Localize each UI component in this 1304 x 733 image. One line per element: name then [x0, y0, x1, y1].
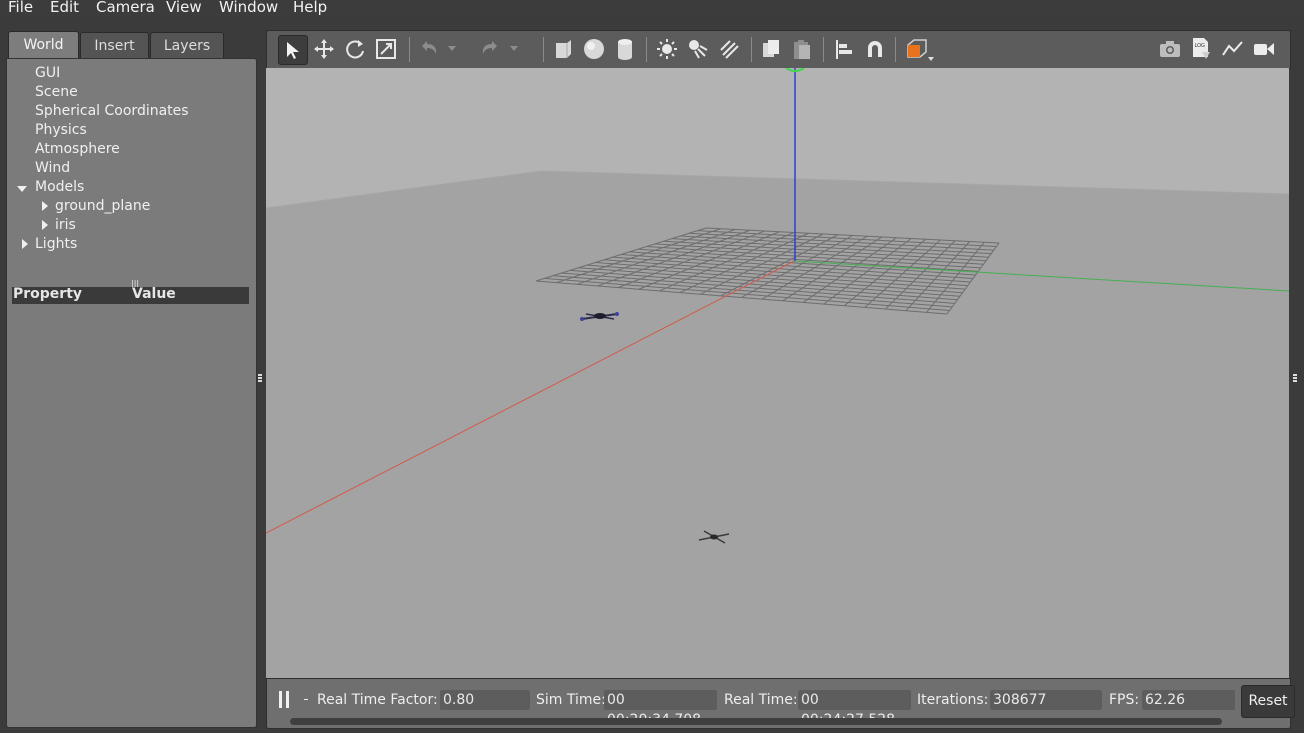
tree-item-wind[interactable]: Wind [35, 160, 70, 176]
plot-icon[interactable] [1219, 35, 1247, 63]
cylinder-shape-icon[interactable] [611, 35, 639, 63]
rotate-mode-icon[interactable] [341, 35, 369, 63]
scale-mode-icon[interactable] [372, 35, 400, 63]
expand-right-icon[interactable] [42, 201, 48, 211]
menu-bar: File Edit Camera View Window Help [0, 0, 1304, 18]
step-icon[interactable] [304, 699, 308, 700]
translate-mode-icon[interactable] [310, 35, 338, 63]
copy-icon[interactable] [757, 35, 785, 63]
menu-window[interactable]: Window [219, 0, 278, 16]
tree-item-models[interactable]: Models [35, 179, 84, 195]
fps-label: FPS: [1109, 692, 1140, 708]
menu-camera[interactable]: Camera [96, 0, 155, 16]
property-table-header: Property Value [12, 286, 249, 304]
iterations-field: 308677 [990, 690, 1102, 710]
tree-item-gui[interactable]: GUI [35, 65, 60, 81]
log-icon[interactable]: LOG [1187, 35, 1215, 63]
align-icon[interactable] [830, 35, 858, 63]
sim-time-field: 00 00:20:34.708 [604, 690, 717, 728]
horizontal-scrollbar[interactable] [290, 718, 1222, 725]
property-column-header: Property [13, 286, 83, 302]
expand-right-icon[interactable] [42, 220, 48, 230]
3d-viewport[interactable] [266, 68, 1289, 678]
point-light-icon[interactable] [653, 35, 681, 63]
fps-field: 62.26 [1142, 690, 1235, 710]
view-angle-icon[interactable] [902, 35, 936, 63]
screenshot-camera-icon[interactable] [1156, 35, 1184, 63]
pause-icon[interactable] [286, 691, 289, 708]
menu-edit[interactable]: Edit [50, 0, 79, 16]
toolbar: LOG [266, 30, 1291, 69]
pause-icon[interactable] [279, 691, 282, 708]
world-panel: GUI Scene Spherical Coordinates Physics … [6, 58, 257, 728]
undo-icon[interactable] [415, 35, 443, 63]
snap-magnet-icon[interactable] [861, 35, 889, 63]
video-record-icon[interactable] [1250, 35, 1278, 63]
tree-item-atmosphere[interactable]: Atmosphere [35, 141, 120, 157]
redo-dropdown-icon[interactable] [507, 35, 521, 63]
menu-help[interactable]: Help [293, 0, 327, 16]
right-panel-collapse-handle[interactable] [1293, 374, 1297, 384]
tree-item-scene[interactable]: Scene [35, 84, 78, 100]
sim-time-label: Sim Time: [536, 692, 606, 708]
real-time-field: 00 00:24:27.528 [798, 690, 911, 728]
scene-canvas[interactable] [266, 68, 1289, 678]
select-mode-icon[interactable] [278, 35, 308, 65]
menu-view[interactable]: View [166, 0, 202, 16]
iterations-label: Iterations: [917, 692, 989, 708]
redo-icon[interactable] [476, 35, 504, 63]
spot-light-icon[interactable] [684, 35, 712, 63]
left-panel-collapse-handle[interactable] [258, 374, 262, 384]
tree-item-physics[interactable]: Physics [35, 122, 87, 138]
expand-right-icon[interactable] [22, 239, 28, 249]
tab-insert[interactable]: Insert [80, 32, 149, 58]
menu-file[interactable]: File [8, 0, 33, 16]
directional-light-icon[interactable] [715, 35, 743, 63]
paste-icon[interactable] [788, 35, 816, 63]
reset-button[interactable]: Reset [1241, 685, 1295, 718]
box-shape-icon[interactable] [549, 35, 577, 63]
tab-world[interactable]: World [8, 31, 79, 59]
real-time-label: Real Time: [724, 692, 798, 708]
rtf-label: Real Time Factor: [317, 692, 438, 708]
tree-item-iris[interactable]: iris [55, 217, 76, 233]
undo-dropdown-icon[interactable] [445, 35, 459, 63]
tree-item-lights[interactable]: Lights [35, 236, 77, 252]
tab-layers[interactable]: Layers [150, 32, 224, 58]
value-column-header: Value [132, 286, 176, 302]
tree-item-ground-plane[interactable]: ground_plane [55, 198, 150, 214]
rtf-field: 0.80 [440, 690, 530, 710]
tree-item-spherical-coordinates[interactable]: Spherical Coordinates [35, 103, 189, 119]
expand-down-icon[interactable] [17, 186, 27, 192]
svg-text:LOG: LOG [1195, 43, 1206, 49]
status-bar: Real Time Factor: 0.80 Sim Time: 00 00:2… [266, 678, 1295, 729]
sphere-shape-icon[interactable] [580, 35, 608, 63]
